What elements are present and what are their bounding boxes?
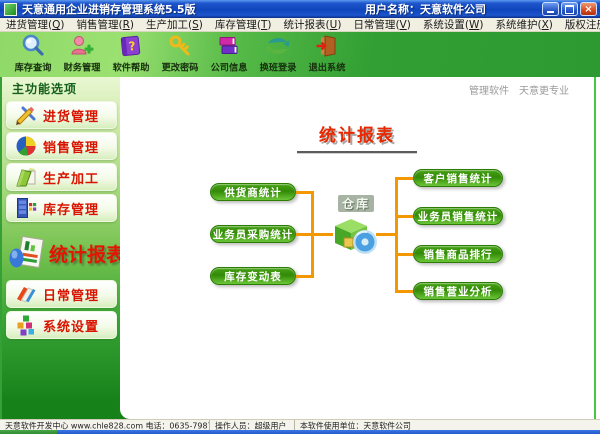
node-product-sales-ranking[interactable]: 销售商品排行 [413, 245, 503, 263]
sidebar: 主功能选项 进货管理 销售管理 生产加工 [0, 77, 120, 419]
slogan-text: 管理软件 天意更专业 [469, 82, 569, 97]
blocks-icon [14, 313, 38, 337]
main-region: 主功能选项 进货管理 销售管理 生产加工 [0, 77, 600, 419]
window-controls: × [542, 2, 597, 16]
menu-item-reports[interactable]: 统计报表U [278, 17, 348, 32]
toolbar-company-info[interactable]: 公司信息 [204, 32, 253, 76]
menu-item-inventory[interactable]: 库存管理T [209, 17, 278, 32]
status-operator: 操作人员：超级用户 [210, 420, 295, 430]
pencil-tools-icon [14, 103, 38, 127]
connector-line [395, 177, 413, 180]
key-icon [167, 33, 193, 59]
exit-door-icon [314, 33, 340, 59]
menu-item-maintenance[interactable]: 系统维护X [489, 17, 558, 32]
start-button-edge[interactable] [0, 430, 57, 434]
connector-line [395, 253, 413, 256]
finance-icon [69, 33, 95, 59]
minimize-icon [547, 11, 554, 13]
node-salesman-sales-stats[interactable]: 业务员销售统计 [413, 207, 503, 225]
node-salesman-purchase-stats[interactable]: 业务员采购统计 [210, 225, 296, 243]
window-title: 天意通用企业进销存管理系统5.5版 [22, 1, 196, 17]
warehouse-node: 仓库 [328, 193, 384, 253]
user-name-label: 用户名称：天意软件公司 [365, 1, 486, 17]
sidebar-item-production[interactable]: 生产加工 [6, 163, 117, 191]
report-chart-icon [7, 233, 47, 273]
sidebar-item-daily[interactable]: 日常管理 [6, 280, 117, 308]
taskbar-strip [0, 430, 600, 434]
toolbar: 库存查询 财务管理 ? 软件帮助 更改密码 公司信息 [0, 32, 600, 77]
toolbar-change-password[interactable]: 更改密码 [155, 32, 204, 76]
status-license-unit: 本软件使用单位：天意软件公司 [295, 420, 600, 430]
sidebar-item-reports-selected[interactable]: 统计报表 [2, 228, 120, 278]
pie-chart-icon [14, 134, 38, 158]
toolbar-help[interactable]: ? 软件帮助 [106, 32, 155, 76]
minimize-button[interactable] [542, 2, 559, 16]
connector-line [395, 177, 398, 293]
toolbar-exit[interactable]: 退出系统 [302, 32, 351, 76]
menu-bar: 进货管理Q 销售管理R 生产加工S 库存管理T 统计报表U 日常管理V 系统设置… [0, 18, 600, 32]
status-company: 天意软件开发中心 www.chle828.com 电话：0635-7987985… [0, 420, 210, 430]
node-stock-change-report[interactable]: 库存变动表 [210, 267, 296, 285]
restore-button[interactable] [561, 2, 578, 16]
search-icon [20, 33, 46, 59]
restore-icon [565, 5, 574, 14]
close-button[interactable]: × [580, 2, 597, 16]
app-icon [4, 3, 17, 16]
content-area: 管理软件 天意更专业 统计报表 供货商统计 业务员采购统计 库存变动表 仓库 [120, 77, 596, 419]
status-bar: 天意软件开发中心 www.chle828.com 电话：0635-7987985… [0, 419, 600, 430]
connector-line [395, 290, 413, 293]
sidebar-item-sales[interactable]: 销售管理 [6, 132, 117, 160]
node-customer-sales-stats[interactable]: 客户销售统计 [413, 169, 503, 187]
menu-item-daily[interactable]: 日常管理V [347, 17, 416, 32]
node-supplier-stats[interactable]: 供货商统计 [210, 183, 296, 201]
warehouse-label: 仓库 [338, 195, 374, 212]
toolbar-inventory-query[interactable]: 库存查询 [8, 32, 57, 76]
diagram-title: 统计报表 [120, 121, 594, 146]
help-book-icon: ? [118, 33, 144, 59]
menu-item-purchase[interactable]: 进货管理Q [0, 17, 70, 32]
books-icon [216, 33, 242, 59]
warehouse-icon [328, 212, 384, 256]
shift-login-icon [265, 33, 291, 59]
menu-item-production[interactable]: 生产加工S [140, 17, 209, 32]
title-bar: 天意通用企业进销存管理系统5.5版 用户名称：天意软件公司 × [0, 0, 600, 18]
node-sales-business-analysis[interactable]: 销售营业分析 [413, 282, 503, 300]
app-window: 天意通用企业进销存管理系统5.5版 用户名称：天意软件公司 × 进货管理Q 销售… [0, 0, 600, 434]
title-underline [297, 151, 417, 154]
folder-icon [14, 165, 38, 189]
sidebar-header: 主功能选项 [2, 78, 120, 99]
sidebar-item-purchase[interactable]: 进货管理 [6, 101, 117, 129]
cabinet-icon [14, 196, 38, 220]
menu-item-register[interactable]: 版权注册Y [559, 17, 600, 32]
open-book-icon [14, 282, 38, 306]
toolbar-shift-login[interactable]: 换班登录 [253, 32, 302, 76]
menu-item-settings[interactable]: 系统设置W [417, 17, 490, 32]
sidebar-item-inventory[interactable]: 库存管理 [6, 194, 117, 222]
connector-line [395, 215, 413, 218]
menu-item-sales[interactable]: 销售管理R [70, 17, 140, 32]
toolbar-finance[interactable]: 财务管理 [57, 32, 106, 76]
sidebar-item-settings[interactable]: 系统设置 [6, 311, 117, 339]
